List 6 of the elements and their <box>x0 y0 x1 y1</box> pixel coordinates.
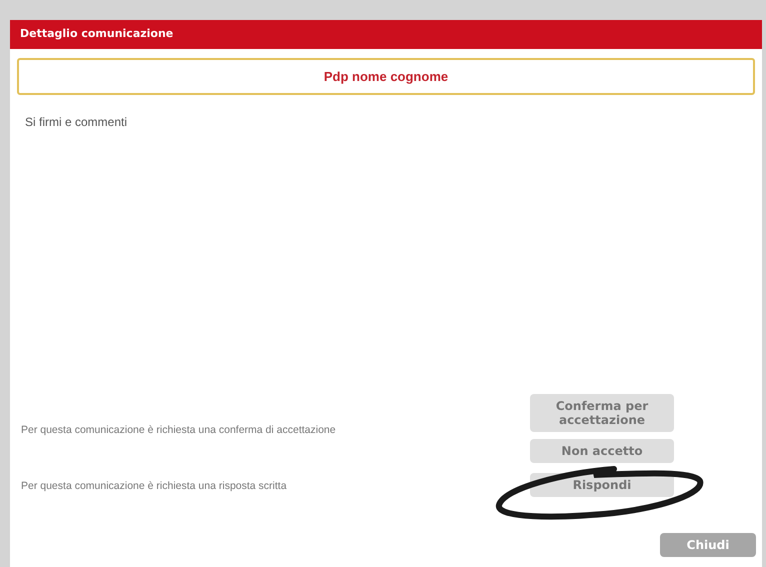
close-button[interactable]: Chiudi <box>660 533 756 557</box>
request-text: Per questa comunicazione è richiesta una risposta scritta <box>21 480 287 492</box>
dialog-title: Dettaglio comunicazione <box>20 26 174 42</box>
sender-name: Pdp nome cognome <box>324 68 448 86</box>
request-text: Per questa comunicazione è richiesta una conferma di accettazione <box>21 424 336 436</box>
message-text: Si firmi e commenti <box>25 115 128 129</box>
